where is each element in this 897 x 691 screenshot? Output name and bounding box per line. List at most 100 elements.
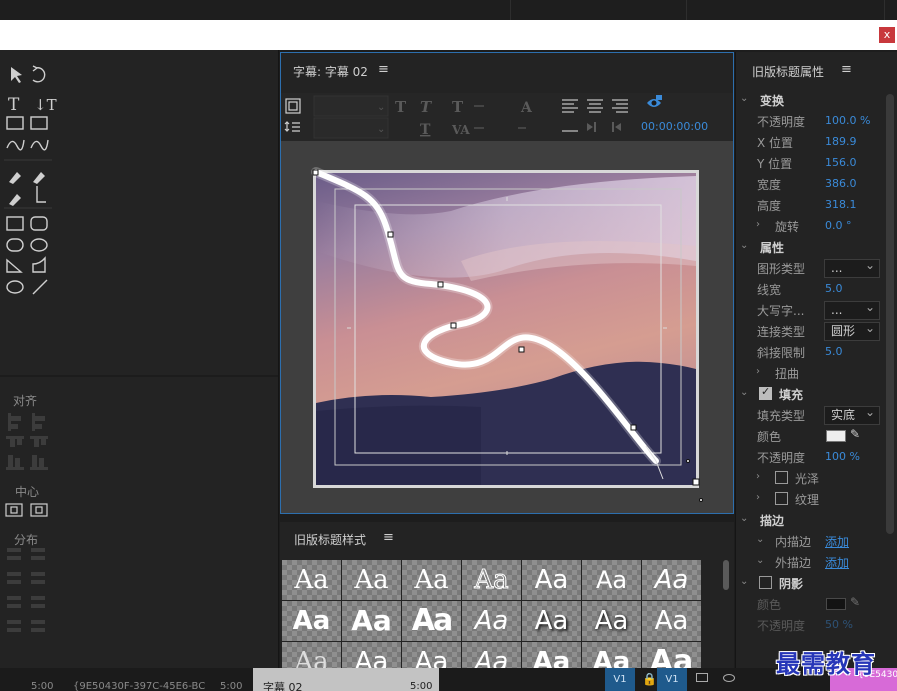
svg-text:⌄: ⌄ — [377, 102, 385, 113]
sheen-checkbox[interactable] — [775, 471, 788, 484]
style-swatch[interactable]: Aa — [582, 560, 641, 600]
style-swatch[interactable]: Aa — [282, 642, 341, 670]
timeline-clip[interactable]: 字幕 02 5:00 — [253, 668, 439, 691]
style-swatch[interactable]: Aa — [342, 601, 401, 641]
style-swatch[interactable]: Aa — [342, 560, 401, 600]
width-row: 宽度 386.0 — [736, 175, 884, 195]
shape-type-row: 图形类型 ... — [736, 257, 884, 279]
opacity-value[interactable]: 100.0 % — [825, 114, 870, 127]
add-outer-stroke-link[interactable]: 添加 — [825, 554, 849, 571]
panel-menu-icon[interactable]: ≡ — [383, 530, 394, 545]
style-swatch[interactable]: Aa — [642, 601, 701, 641]
group-label: 阴影 — [779, 577, 804, 591]
fill-color-swatch[interactable] — [826, 430, 846, 442]
join-type-dropdown[interactable]: 圆形 — [824, 320, 880, 341]
fill-type-dropdown[interactable]: 实底 — [824, 404, 880, 425]
eye-icon[interactable] — [723, 674, 735, 682]
rotation-value[interactable]: 0.0 ° — [825, 219, 852, 232]
svg-text:T: T — [395, 98, 407, 116]
style-swatch[interactable]: Aa — [582, 601, 641, 641]
shadow-color-label: 颜色 — [757, 598, 782, 612]
texture-checkbox[interactable] — [775, 492, 788, 505]
track-v1-badge[interactable]: V1 — [605, 668, 635, 691]
title-canvas[interactable] — [281, 141, 733, 513]
properties-tab[interactable]: 旧版标题属性 — [752, 63, 824, 80]
caps-dropdown[interactable]: ... — [824, 299, 880, 320]
shadow-color-swatch[interactable] — [826, 598, 846, 610]
shadow-group[interactable]: ⌄ 阴影 — [736, 574, 884, 594]
timecode-display[interactable]: 00:00:00:00 — [641, 120, 708, 133]
svg-text:T: T — [420, 122, 431, 138]
style-swatch[interactable]: Aa — [642, 642, 701, 670]
style-swatch[interactable]: Aa — [462, 642, 521, 670]
style-swatch[interactable]: Aa — [522, 601, 581, 641]
fill-opacity-label: 不透明度 — [757, 451, 806, 465]
style-swatch[interactable]: Aa — [522, 560, 581, 600]
style-swatch[interactable]: Aa — [402, 642, 461, 670]
track-v1-badge[interactable]: V1 — [657, 668, 687, 691]
stroke-group[interactable]: ⌄ 描边 — [736, 511, 884, 531]
chevron-down-icon: ⌄ — [740, 93, 749, 104]
height-row: 高度 318.1 — [736, 196, 884, 216]
styles-scrollbar[interactable] — [723, 560, 729, 590]
attributes-group[interactable]: ⌄ 属性 — [736, 238, 884, 258]
chevron-down-icon: ⌄ — [740, 240, 749, 251]
center-section-label: 中心 — [15, 485, 40, 499]
distort-label: 扭曲 — [775, 367, 800, 381]
style-swatch[interactable]: Aa — [462, 601, 521, 641]
style-swatch[interactable]: Aa — [582, 642, 641, 670]
title-tools-panel: T ↓T 对齐 中心 分布 — [0, 50, 279, 668]
x-position-value[interactable]: 189.9 — [825, 135, 857, 148]
svg-text:↓T: ↓T — [34, 96, 57, 114]
styles-tab[interactable]: 旧版标题样式 — [294, 531, 366, 548]
style-swatch[interactable]: Aa — [282, 560, 341, 600]
title-tab[interactable]: 字幕: 字幕 02 — [293, 63, 368, 80]
height-value[interactable]: 318.1 — [825, 198, 857, 211]
tool-icons: T ↓T — [0, 65, 279, 632]
style-swatch[interactable]: Aa — [342, 642, 401, 670]
close-button[interactable]: x — [879, 27, 895, 43]
style-swatch[interactable]: Aa — [522, 642, 581, 670]
shadow-opacity-label: 不透明度 — [757, 619, 806, 633]
rotation-row[interactable]: › 旋转 0.0 ° — [736, 217, 884, 237]
panel-menu-icon[interactable]: ≡ — [378, 62, 389, 77]
sheen-label: 光泽 — [795, 472, 820, 486]
transform-group[interactable]: ⌄ 变换 — [736, 91, 884, 111]
y-position-value[interactable]: 156.0 — [825, 156, 857, 169]
width-value[interactable]: 386.0 — [825, 177, 857, 190]
sheen-row[interactable]: › 光泽 — [736, 469, 884, 489]
title-styles-panel: 旧版标题样式 ≡ Aa Aa Aa Aa Aa Aa Aa Aa Aa Aa A… — [280, 522, 734, 670]
shape-type-dropdown[interactable]: ... — [824, 257, 880, 278]
eyedropper-icon[interactable]: ✎ — [850, 595, 860, 609]
style-swatch[interactable]: Aa — [402, 601, 461, 641]
fill-group[interactable]: ⌄ 填充 — [736, 385, 884, 405]
outer-stroke-row: ⌄ 外描边 添加 — [736, 553, 884, 573]
line-width-value[interactable]: 5.0 — [825, 282, 843, 295]
caps-label: 大写字... — [757, 304, 805, 318]
timecode-label: 5:00 — [220, 681, 243, 691]
shape-type-label: 图形类型 — [757, 262, 806, 276]
style-swatch[interactable]: Aa — [642, 560, 701, 600]
lock-icon[interactable]: 🔒 — [642, 672, 657, 686]
style-swatch[interactable]: Aa — [462, 560, 521, 600]
fill-checkbox[interactable] — [759, 385, 772, 400]
join-type-label: 连接类型 — [757, 325, 806, 339]
fill-opacity-value[interactable]: 100 % — [825, 450, 860, 463]
panel-divider — [686, 0, 687, 20]
properties-scrollbar[interactable] — [886, 94, 894, 534]
eyedropper-icon[interactable]: ✎ — [850, 427, 860, 441]
add-inner-stroke-link[interactable]: 添加 — [825, 533, 849, 550]
distort-row[interactable]: › 扭曲 — [736, 364, 884, 384]
miter-limit-value[interactable]: 5.0 — [825, 345, 843, 358]
shadow-opacity-value[interactable]: 50 % — [825, 618, 853, 631]
texture-row[interactable]: › 纹理 — [736, 490, 884, 510]
x-position-label: X 位置 — [757, 136, 794, 150]
watermark-logo: 最需教育 — [776, 650, 876, 678]
panel-menu-icon[interactable]: ≡ — [841, 62, 852, 77]
sync-icon[interactable] — [696, 673, 708, 682]
shadow-checkbox[interactable] — [759, 576, 772, 589]
style-swatch[interactable]: Aa — [282, 601, 341, 641]
svg-text:T: T — [8, 95, 20, 115]
style-swatch[interactable]: Aa — [402, 560, 461, 600]
inner-stroke-label: 内描边 — [775, 535, 812, 549]
